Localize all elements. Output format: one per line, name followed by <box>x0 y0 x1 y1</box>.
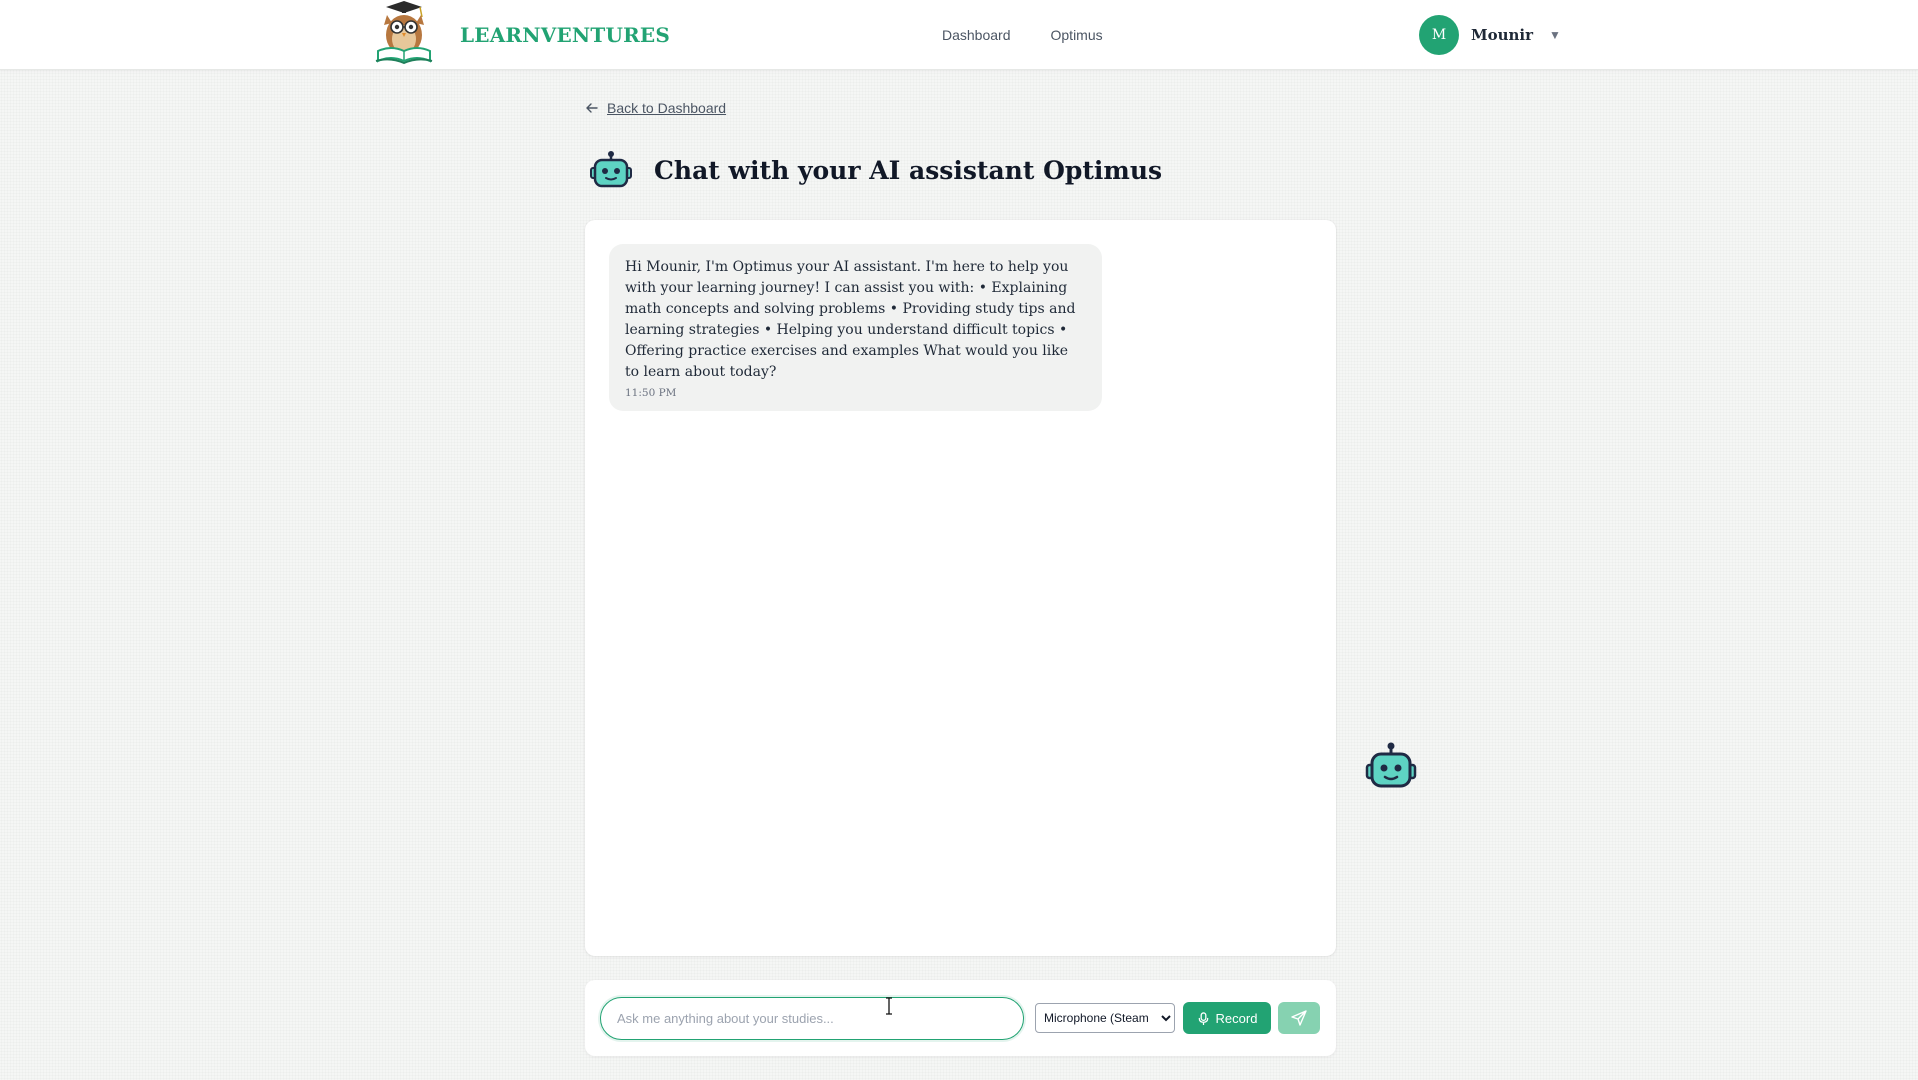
message-timestamp: 11:50 PM <box>625 387 677 399</box>
user-menu[interactable]: M Mounir ▼ <box>1419 15 1561 55</box>
arrow-left-icon <box>586 103 598 113</box>
nav-optimus[interactable]: Optimus <box>1051 27 1103 43</box>
record-label: Record <box>1215 1010 1258 1026</box>
chevron-down-icon[interactable]: ▼ <box>1549 28 1561 42</box>
microphone-select[interactable]: Microphone (Steam <box>1035 1003 1175 1033</box>
brand-name: LEARNVENTURES <box>460 23 671 47</box>
floating-robot-icon[interactable] <box>1364 741 1418 793</box>
top-navbar: LEARNVENTURES Dashboard Optimus M Mounir… <box>0 0 1918 70</box>
back-link-label: Back to Dashboard <box>607 100 727 116</box>
microphone-icon <box>1198 1011 1208 1025</box>
message-text: Hi Mounir, I'm Optimus your AI assistant… <box>625 259 1076 380</box>
user-name[interactable]: Mounir <box>1471 26 1533 44</box>
page-title: Chat with your AI assistant Optimus <box>654 155 1163 185</box>
chat-messages-panel[interactable]: Hi Mounir, I'm Optimus your AI assistant… <box>585 220 1336 956</box>
text-cursor-icon <box>886 997 892 1015</box>
robot-icon <box>590 151 632 188</box>
send-button[interactable] <box>1278 1002 1320 1034</box>
back-to-dashboard-link[interactable]: Back to Dashboard <box>585 100 726 116</box>
message-composer: Microphone (Steam Record <box>585 980 1336 1056</box>
record-button[interactable]: Record <box>1183 1002 1271 1034</box>
nav-dashboard[interactable]: Dashboard <box>942 27 1011 43</box>
main-nav: Dashboard Optimus <box>942 0 1103 70</box>
brand[interactable]: LEARNVENTURES <box>372 0 670 70</box>
assistant-message: Hi Mounir, I'm Optimus your AI assistant… <box>609 244 1102 411</box>
paper-plane-icon <box>1291 1010 1307 1026</box>
owl-logo-icon <box>375 1 433 65</box>
avatar[interactable]: M <box>1419 15 1459 55</box>
chat-input[interactable] <box>600 997 1024 1040</box>
page-header: Chat with your AI assistant Optimus <box>588 150 1162 190</box>
